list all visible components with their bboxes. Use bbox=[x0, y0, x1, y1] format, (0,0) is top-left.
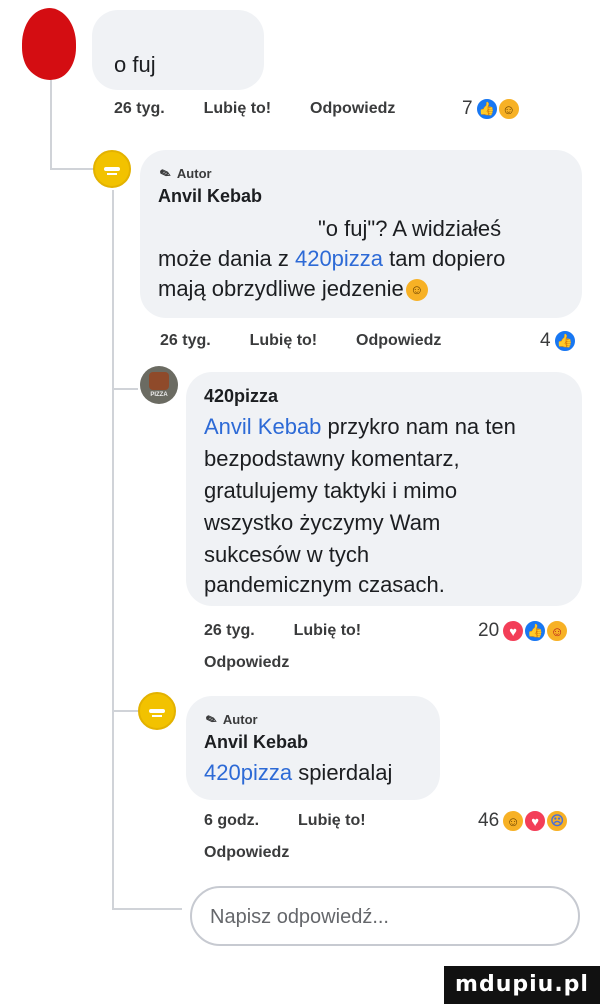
reply-button[interactable]: Odpowiedz bbox=[310, 100, 395, 117]
comment-text-line: może dania z 420pizza tam dopiero bbox=[158, 246, 506, 271]
comment-time: 26 tyg. bbox=[114, 100, 165, 117]
comment-text-line: "o fuj"? A widziałeś bbox=[318, 216, 502, 241]
pen-icon: ✎ bbox=[203, 710, 219, 729]
haha-icon: ☺ bbox=[496, 97, 521, 121]
like-button[interactable]: Lubię to! bbox=[294, 622, 362, 639]
mention-link[interactable]: 420pizza bbox=[204, 760, 292, 785]
avatar[interactable]: PIZZA bbox=[140, 366, 178, 404]
like-icon: 👍 bbox=[474, 97, 499, 121]
author-name[interactable]: 420pizza bbox=[204, 386, 278, 407]
like-button[interactable]: Lubię to! bbox=[298, 812, 366, 829]
reply-button[interactable]: Odpowiedz bbox=[356, 332, 441, 349]
comment-text-line: bezpodstawny komentarz, bbox=[204, 446, 460, 471]
haha-icon: ☺ bbox=[501, 809, 526, 833]
thread-line-branch-2 bbox=[112, 388, 138, 390]
reaction-count: 7 bbox=[462, 98, 473, 119]
author-name[interactable]: Anvil Kebab bbox=[158, 186, 262, 207]
like-icon: 👍 bbox=[552, 329, 577, 353]
comment-text-line: 420pizza spierdalaj bbox=[204, 760, 393, 785]
mention-link[interactable]: Anvil Kebab bbox=[204, 414, 321, 439]
thread-line-main bbox=[50, 80, 52, 170]
reaction-summary[interactable]: 4 👍 bbox=[540, 328, 577, 354]
care-icon: ☺ bbox=[545, 619, 570, 643]
love-icon: ♥ bbox=[523, 809, 548, 833]
reply-button[interactable]: Odpowiedz bbox=[204, 654, 289, 672]
avatar[interactable] bbox=[20, 8, 80, 80]
reaction-summary[interactable]: 20 ♥ 👍 ☺ bbox=[478, 618, 570, 644]
reply-button[interactable]: Odpowiedz bbox=[204, 844, 289, 862]
comment-text-line: Anvil Kebab przykro nam na ten bbox=[204, 414, 516, 439]
avatar[interactable] bbox=[138, 692, 176, 730]
author-badge: ✎ Autor bbox=[203, 710, 258, 729]
thread-line-connector bbox=[50, 168, 94, 170]
comment-text-line: mają obrzydliwe jedzenie ☺ bbox=[158, 274, 428, 304]
mention-link[interactable]: 420pizza bbox=[295, 246, 383, 271]
pen-icon: ✎ bbox=[157, 164, 173, 183]
reaction-count: 4 bbox=[540, 330, 551, 351]
comment-meta: 6 godz. Lubię to! bbox=[204, 812, 366, 830]
smirk-icon: ☺ bbox=[405, 279, 428, 302]
thread-line-branch-3 bbox=[112, 710, 138, 712]
reply-input[interactable] bbox=[210, 900, 560, 934]
avatar[interactable] bbox=[93, 150, 131, 188]
watermark-logo: mdupiu.pl bbox=[444, 966, 600, 1004]
comment-time: 26 tyg. bbox=[160, 332, 211, 349]
author-badge: ✎ Autor bbox=[157, 164, 212, 183]
reaction-summary[interactable]: 46 ☺ ♥ ☹ bbox=[478, 808, 570, 834]
comment-time: 6 godz. bbox=[204, 812, 260, 829]
thread-line-branch-input bbox=[112, 908, 182, 910]
comment-text: o fuj bbox=[114, 52, 156, 77]
like-button[interactable]: Lubię to! bbox=[250, 332, 318, 349]
comment-meta: 26 tyg. Lubię to! bbox=[204, 622, 361, 640]
author-name[interactable]: Anvil Kebab bbox=[204, 732, 308, 753]
reaction-count: 46 bbox=[478, 810, 500, 831]
comment-time: 26 tyg. bbox=[204, 622, 255, 639]
comment-text-line: sukcesów w tych bbox=[204, 542, 370, 567]
reply-input-container[interactable] bbox=[190, 886, 580, 946]
like-icon: 👍 bbox=[523, 619, 548, 643]
comment-text-line: pandemicznym czasach. bbox=[204, 572, 445, 597]
thread-line-nested bbox=[112, 190, 114, 910]
comment-meta: 26 tyg. Lubię to! Odpowiedz bbox=[114, 100, 395, 118]
reaction-summary[interactable]: 7 👍 ☺ bbox=[462, 96, 521, 122]
comment-meta: 26 tyg. Lubię to! Odpowiedz bbox=[160, 332, 441, 350]
comment-text-line: wszystko życzymy Wam bbox=[204, 510, 441, 535]
sad-icon: ☹ bbox=[545, 809, 570, 833]
love-icon: ♥ bbox=[501, 619, 526, 643]
comment-text-line: gratulujemy taktyki i mimo bbox=[204, 478, 458, 503]
like-button[interactable]: Lubię to! bbox=[204, 100, 272, 117]
reaction-count: 20 bbox=[478, 620, 500, 641]
